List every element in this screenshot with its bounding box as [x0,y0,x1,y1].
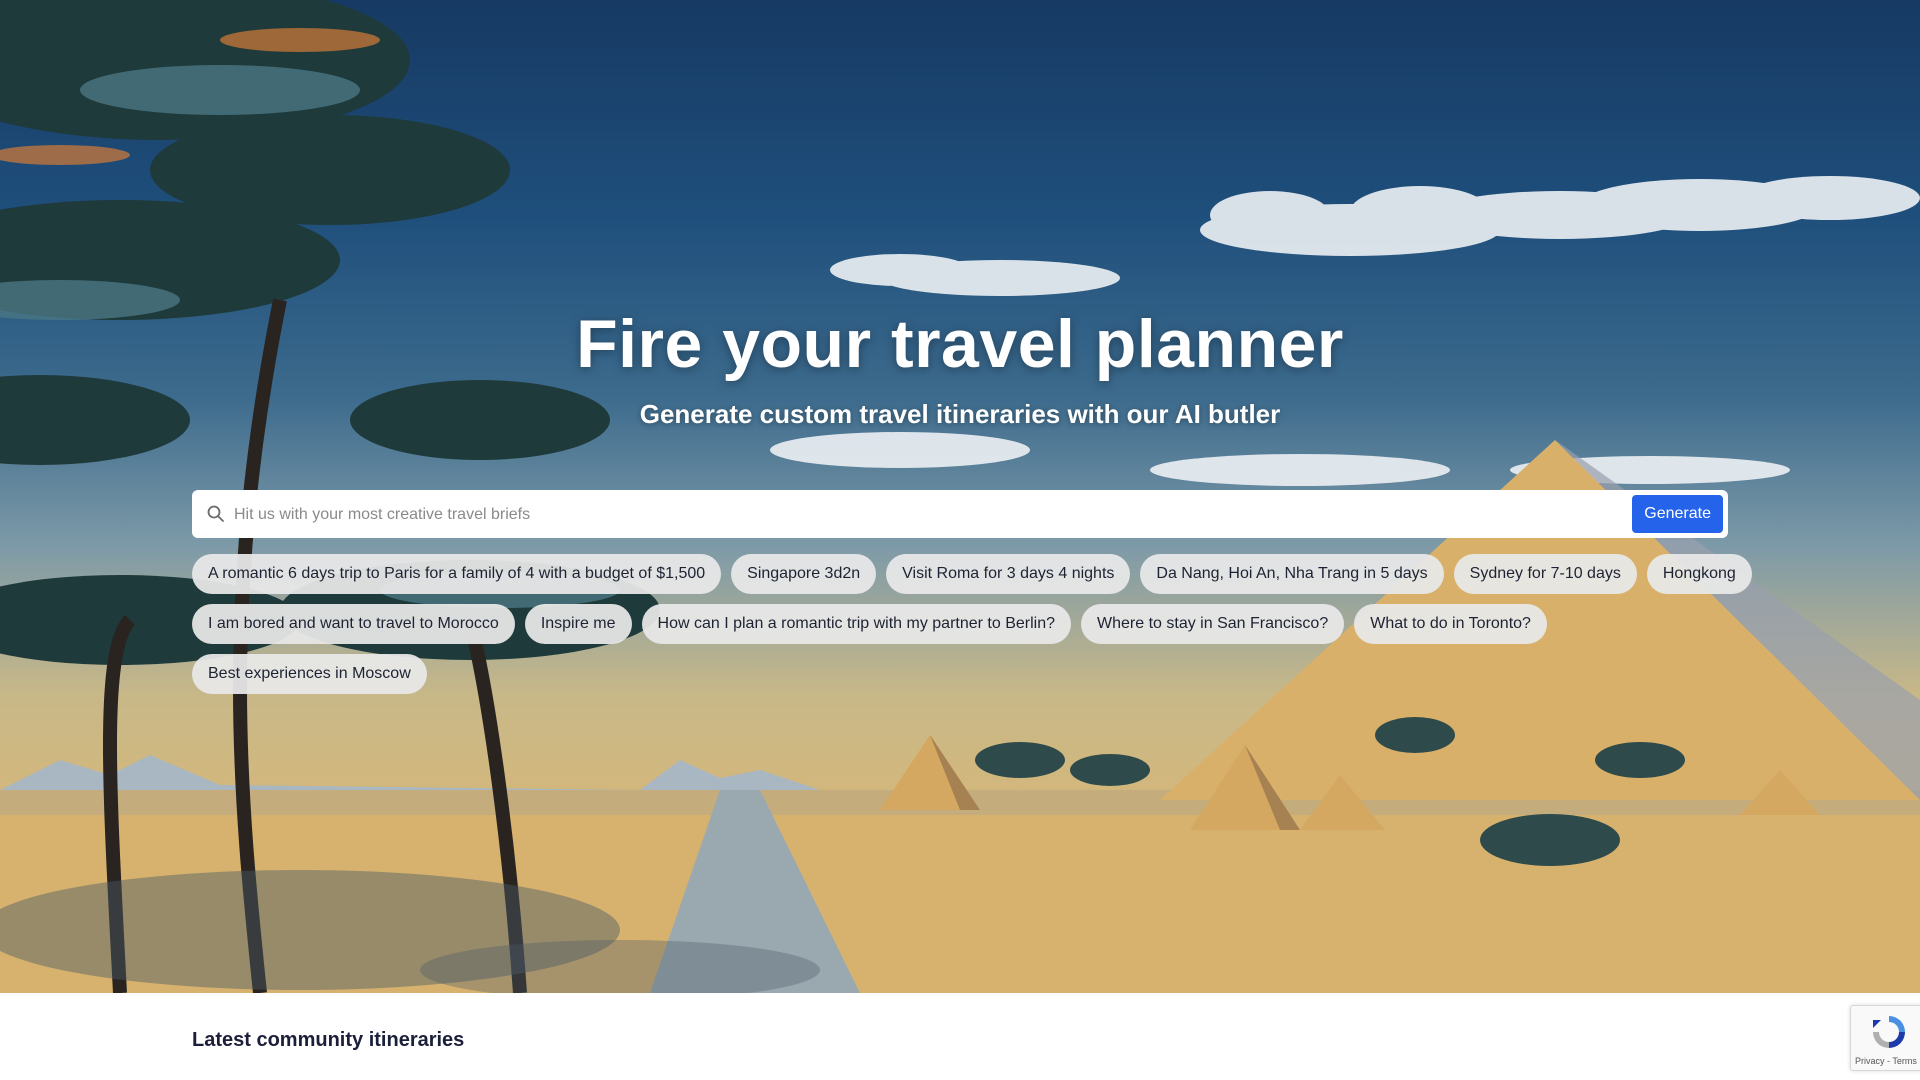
suggestion-chip[interactable]: Where to stay in San Francisco? [1081,604,1345,644]
suggestion-chip[interactable]: What to do in Toronto? [1354,604,1547,644]
suggestion-chip[interactable]: I am bored and want to travel to Morocco [192,604,515,644]
community-itineraries-heading: Latest community itineraries [192,1029,465,1051]
page-subtitle: Generate custom travel itineraries with … [639,399,1281,429]
suggestion-chips: A romantic 6 days trip to Paris for a fa… [192,554,1752,694]
suggestion-chip[interactable]: Best experiences in Moscow [192,654,427,694]
search-bar: Generate [192,490,1728,540]
generate-button[interactable]: Generate [1631,494,1724,534]
suggestion-chip[interactable]: Inspire me [524,604,632,644]
search-icon [206,504,226,524]
recaptcha-icon [1869,1012,1909,1052]
hero-section: Fire your travel planner Generate custom… [0,0,1920,993]
suggestion-chip[interactable]: Hongkong [1646,554,1752,594]
suggestion-chip[interactable]: How can I plan a romantic trip with my p… [641,604,1072,644]
suggestion-chip[interactable]: Singapore 3d2n [731,554,877,594]
suggestion-chip[interactable]: A romantic 6 days trip to Paris for a fa… [192,554,722,594]
page-title: Fire your travel planner [576,306,1344,382]
recaptcha-badge[interactable]: Privacy - Terms [1850,1005,1920,1071]
search-input[interactable] [232,490,1416,540]
recaptcha-terms-link[interactable]: Privacy - Terms [1855,1056,1917,1066]
suggestion-chip[interactable]: Da Nang, Hoi An, Nha Trang in 5 days [1140,554,1444,594]
suggestion-chip[interactable]: Sydney for 7-10 days [1453,554,1637,594]
suggestion-chip[interactable]: Visit Roma for 3 days 4 nights [886,554,1131,594]
